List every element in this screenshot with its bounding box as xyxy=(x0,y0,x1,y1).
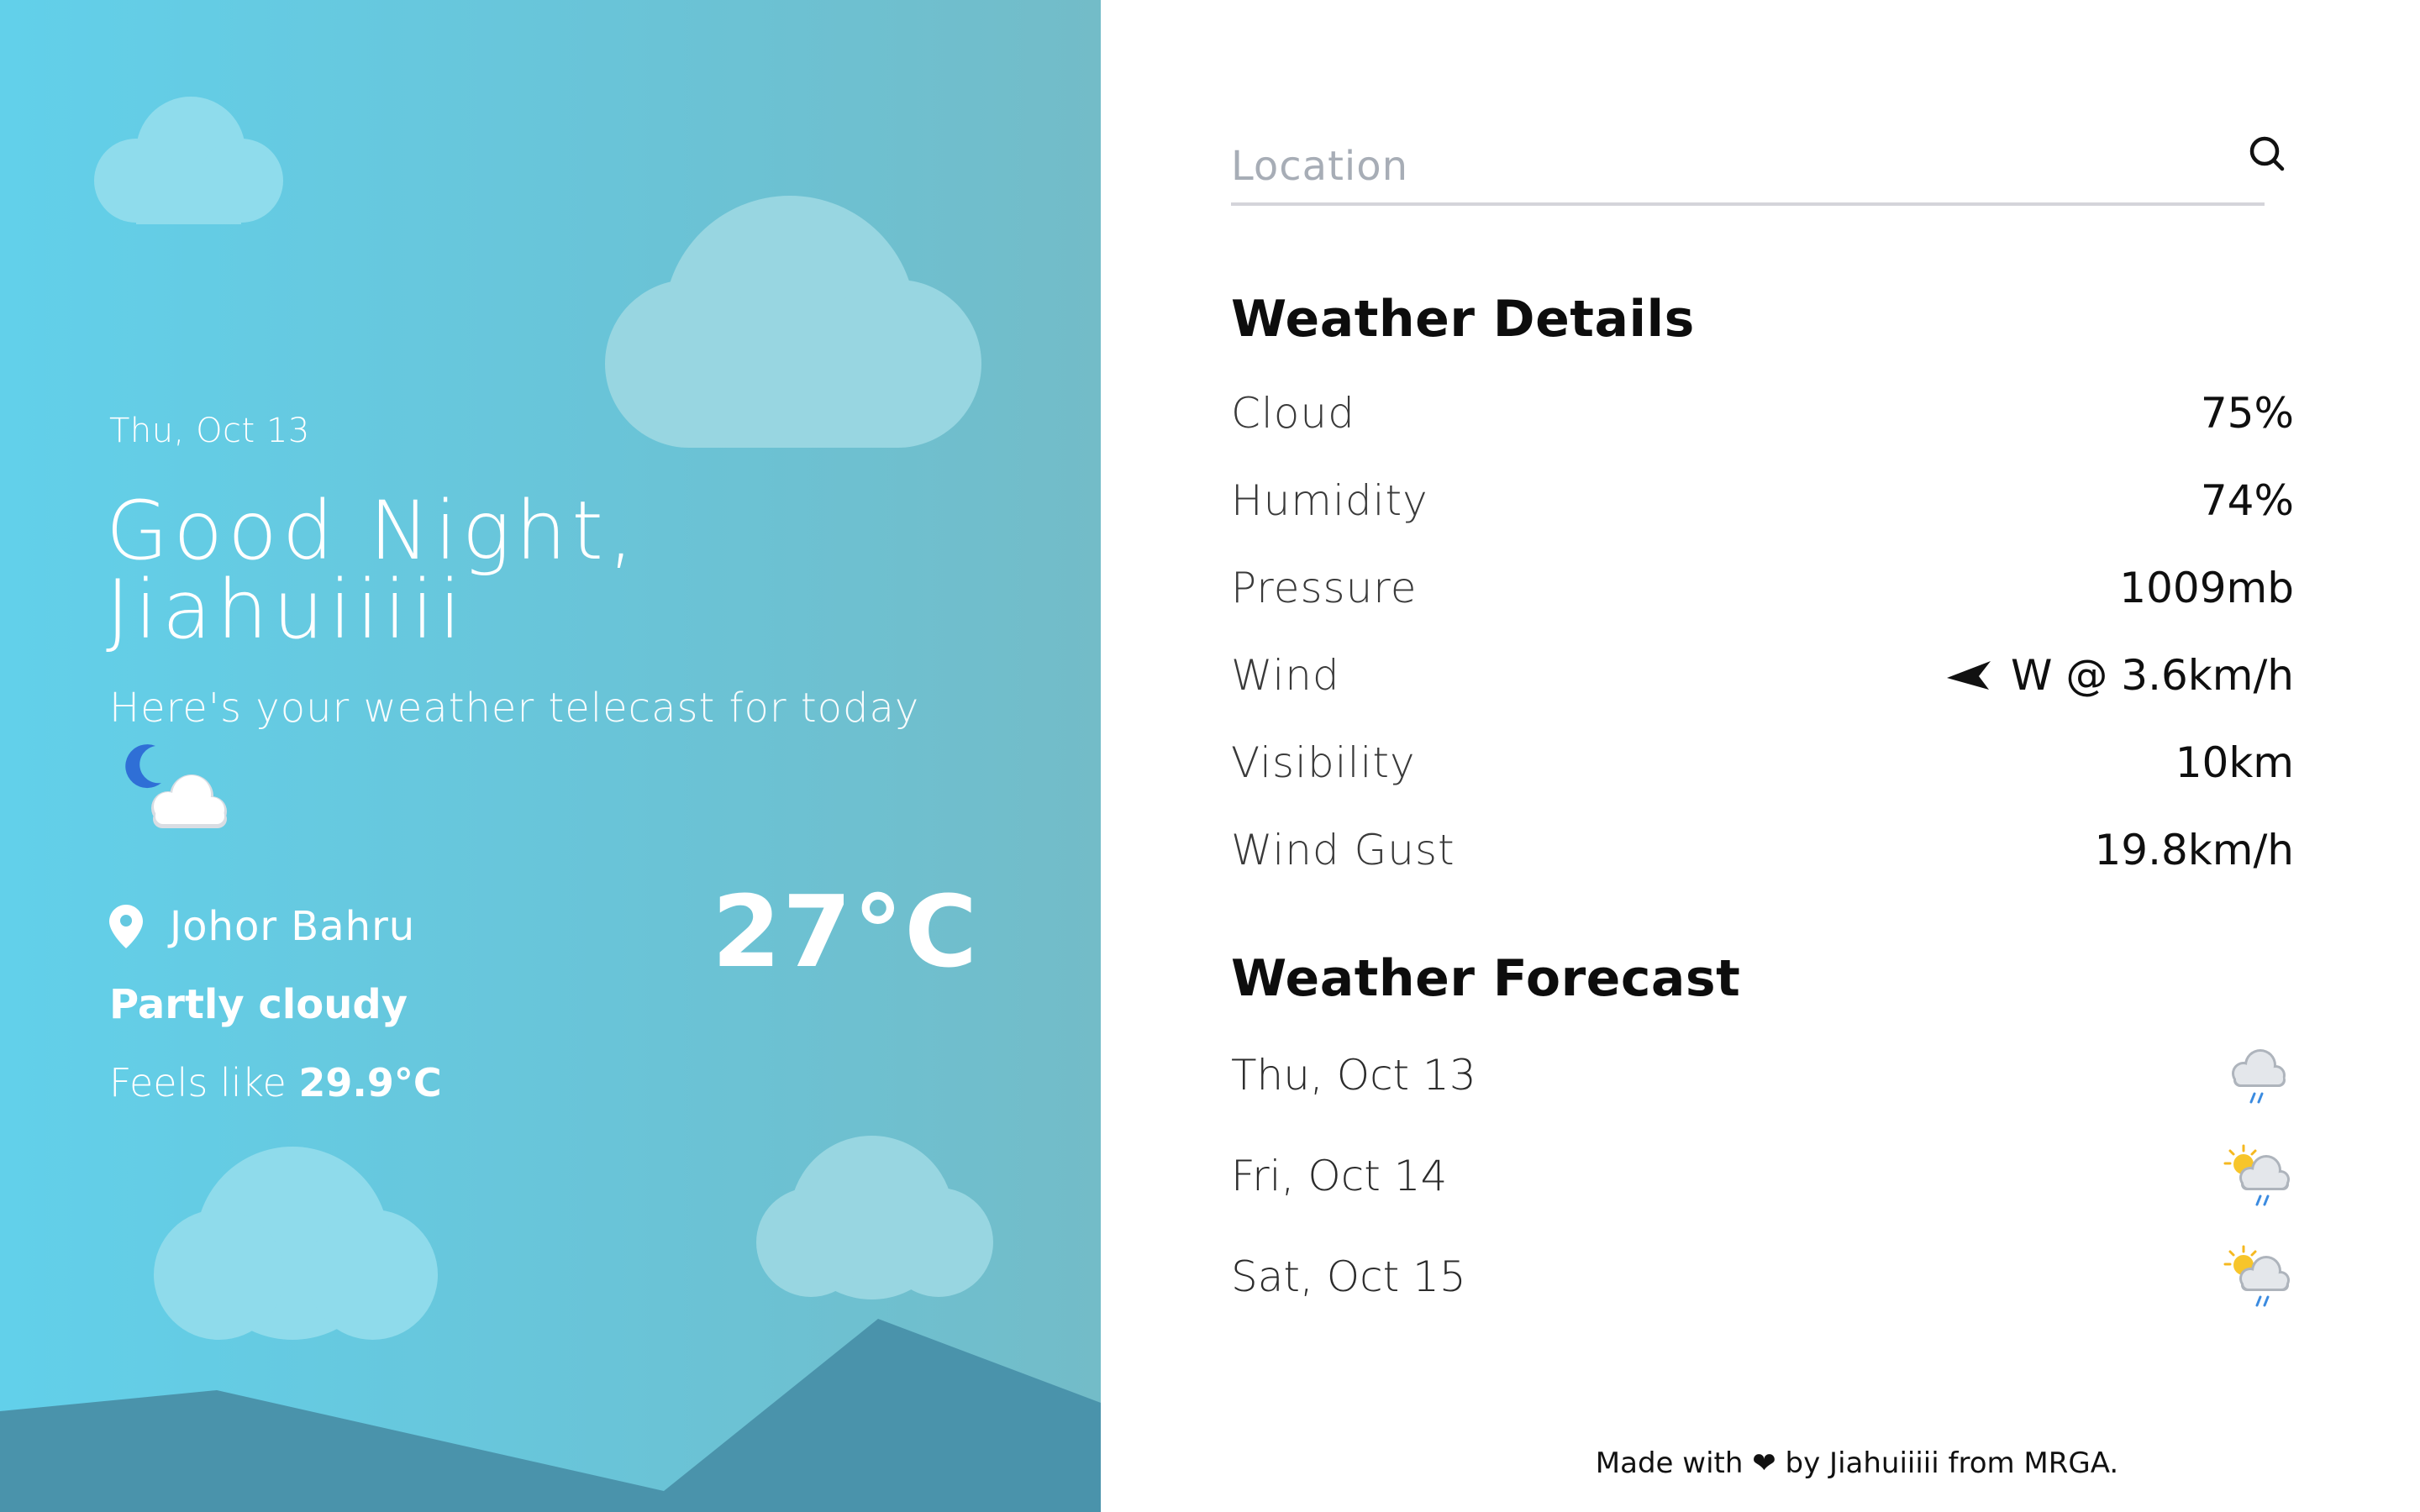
detail-label: Wind xyxy=(1231,651,1340,700)
footer-suffix: by Jiahuiiiii from MRGA. xyxy=(1785,1446,2119,1480)
detail-value: 74% xyxy=(2200,476,2294,525)
search-icon[interactable] xyxy=(2244,130,2292,179)
footer-prefix: Made with xyxy=(1595,1446,1744,1480)
weather-forecast-title: Weather Forecast xyxy=(1231,949,1741,1008)
greeting-user-name: Jiahuiiiii xyxy=(106,563,466,657)
footer: Made with ❤ by Jiahuiiiii from MRGA. xyxy=(1101,1446,2420,1480)
sun-rain-cloud-icon xyxy=(2223,1245,2290,1307)
detail-row-wind: Wind W @ 3.6km/h xyxy=(1231,632,2294,719)
detail-label: Humidity xyxy=(1231,476,1428,525)
detail-row-visibility: Visibility 10km xyxy=(1231,719,2294,806)
location: Johor Bahru xyxy=(109,903,415,950)
condition-text: Partly cloudy xyxy=(109,981,408,1028)
cloud-decoration-2 xyxy=(605,196,981,449)
detail-value: W @ 3.6km/h xyxy=(2011,651,2294,700)
feels-like: Feels like 29.9°C xyxy=(109,1060,442,1105)
detail-row-humidity: Humidity 74% xyxy=(1231,457,2294,544)
feels-like-value: 29.9°C xyxy=(298,1060,442,1105)
location-name: Johor Bahru xyxy=(170,903,416,950)
detail-value: 75% xyxy=(2200,389,2294,438)
details-panel: Weather Details Cloud 75% Humidity 74% P… xyxy=(1101,0,2420,1512)
detail-label: Pressure xyxy=(1231,564,1418,612)
greeting-subtitle: Here's your weather telecast for today xyxy=(109,685,920,732)
forecast-row: Thu, Oct 13 xyxy=(1231,1025,2294,1126)
current-temperature: 27°C xyxy=(712,874,979,990)
heart-icon: ❤ xyxy=(1752,1446,1776,1480)
weather-forecast-list: Thu, Oct 13 Fri, Oct 14 Sat, Oct 15 xyxy=(1231,1025,2294,1327)
weather-details-list: Cloud 75% Humidity 74% Pressure 1009mb W… xyxy=(1231,370,2294,894)
current-date: Thu, Oct 13 xyxy=(109,412,310,450)
detail-row-cloud: Cloud 75% xyxy=(1231,370,2294,457)
location-search-input[interactable] xyxy=(1231,130,2265,206)
wind-direction-icon xyxy=(1947,661,1991,690)
detail-label: Wind Gust xyxy=(1231,826,1455,874)
forecast-row: Sat, Oct 15 xyxy=(1231,1226,2294,1327)
forecast-date: Sat, Oct 15 xyxy=(1231,1252,1466,1301)
search-bar xyxy=(1231,130,2265,206)
forecast-row: Fri, Oct 14 xyxy=(1231,1126,2294,1226)
cloud-decoration-4 xyxy=(756,1136,993,1299)
forecast-date: Thu, Oct 13 xyxy=(1231,1051,1476,1100)
location-pin-icon xyxy=(109,905,143,948)
detail-label: Cloud xyxy=(1231,389,1355,438)
feels-like-label: Feels like xyxy=(109,1060,287,1105)
hero-panel: Thu, Oct 13 Good Night, Jiahuiiiii Here'… xyxy=(0,0,1101,1512)
sun-rain-cloud-icon xyxy=(2223,1144,2290,1206)
detail-value: 19.8km/h xyxy=(2094,826,2294,874)
moon-cloud-icon xyxy=(125,744,227,828)
detail-row-wind-gust: Wind Gust 19.8km/h xyxy=(1231,806,2294,894)
detail-value: 1009mb xyxy=(2119,564,2294,612)
cloud-decoration-1 xyxy=(94,97,283,224)
greeting-line-1: Good Night, xyxy=(106,484,639,578)
weather-details-title: Weather Details xyxy=(1231,290,1695,349)
mountains-decoration xyxy=(0,1319,1101,1512)
detail-label: Visibility xyxy=(1231,738,1416,787)
detail-value-wind: W @ 3.6km/h xyxy=(1945,651,2294,700)
detail-value: 10km xyxy=(2175,738,2294,787)
greeting: Good Night, Jiahuiiiii xyxy=(106,484,639,657)
detail-row-pressure: Pressure 1009mb xyxy=(1231,544,2294,632)
forecast-date: Fri, Oct 14 xyxy=(1231,1152,1448,1200)
rain-cloud-icon xyxy=(2232,1049,2286,1104)
